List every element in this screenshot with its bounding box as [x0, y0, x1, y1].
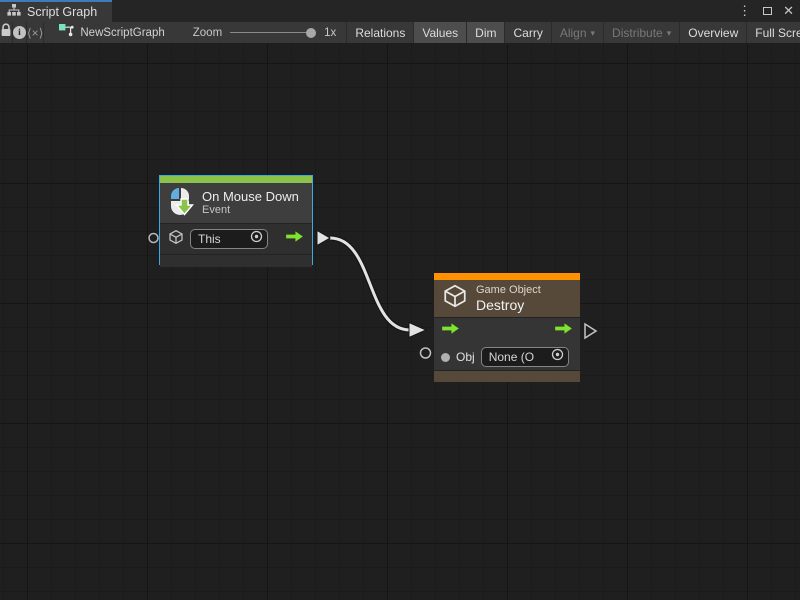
info-icon: i — [13, 26, 26, 39]
node-category: Game Object — [476, 284, 541, 297]
node-title: Destroy — [476, 297, 541, 313]
window-menu-icon[interactable]: ⋮ — [735, 0, 754, 22]
close-icon[interactable]: ✕ — [781, 0, 796, 22]
object-picker-icon[interactable] — [250, 230, 263, 248]
zoom-slider[interactable] — [230, 27, 316, 39]
wire-arrowhead — [409, 323, 426, 338]
chevron-down-icon: ▾ — [591, 28, 596, 39]
flow-output-arrow-icon[interactable] — [285, 230, 304, 248]
overview-button[interactable]: Overview — [680, 22, 747, 43]
object-value-field[interactable]: None (O — [481, 347, 569, 367]
graph-toolbar: i ⟨×⟩ NewScriptGraph Zoom 1x Relations V… — [0, 22, 800, 44]
unity-script-graph-window: { "titlebar": { "tab_label": "Script Gra… — [0, 0, 800, 600]
node-destroy[interactable]: Game Object Destroy Obj — [433, 272, 581, 379]
trigger-output-port-connected[interactable] — [317, 231, 330, 246]
code-preview-button[interactable]: ⟨×⟩ — [27, 22, 44, 43]
zoom-slider-handle[interactable] — [306, 28, 316, 38]
node-on-mouse-down[interactable]: On Mouse Down Event This — [159, 175, 313, 265]
zoom-control: Zoom 1x — [177, 22, 348, 43]
graph-name-breadcrumb[interactable]: NewScriptGraph — [44, 22, 176, 43]
trigger-output-port-empty[interactable] — [585, 324, 596, 338]
graph-name-label: NewScriptGraph — [80, 27, 164, 39]
mouse-down-icon — [168, 186, 194, 221]
carry-button[interactable]: Carry — [505, 22, 551, 43]
tab-title: Script Graph — [27, 5, 97, 19]
value-port-dot[interactable] — [441, 353, 450, 362]
node-header[interactable]: On Mouse Down Event — [160, 183, 312, 223]
distribute-dropdown[interactable]: Distribute ▾ — [604, 22, 680, 43]
titlebar: Script Graph ⋮ ✕ — [0, 0, 800, 22]
control-wire[interactable] — [330, 238, 410, 330]
chevron-down-icon: ▾ — [667, 28, 672, 39]
values-button[interactable]: Values — [414, 22, 467, 43]
input-port-label: Obj — [456, 350, 475, 364]
zoom-label: Zoom — [193, 27, 222, 39]
object-input-port[interactable] — [421, 348, 431, 358]
lock-button[interactable] — [0, 22, 13, 43]
object-picker-icon[interactable] — [551, 348, 564, 366]
game-object-icon — [442, 283, 468, 314]
target-input-port[interactable] — [149, 234, 158, 243]
full-screen-button[interactable]: Full Screen — [747, 22, 800, 43]
script-graph-asset-icon — [58, 23, 74, 42]
graph-hierarchy-icon — [7, 3, 21, 21]
target-object-field[interactable]: This — [190, 229, 268, 249]
maximize-icon[interactable] — [763, 7, 772, 15]
graph-canvas[interactable]: On Mouse Down Event This — [0, 44, 800, 600]
node-footer — [160, 254, 312, 267]
flow-output-arrow-icon[interactable] — [554, 322, 573, 340]
dim-button[interactable]: Dim — [467, 22, 505, 43]
flow-input-arrow-icon[interactable] — [441, 322, 460, 340]
game-object-icon — [168, 229, 184, 250]
tab-script-graph[interactable]: Script Graph — [0, 0, 112, 22]
node-accent-strip — [160, 176, 312, 183]
info-button[interactable]: i — [13, 22, 27, 43]
code-icon: ⟨×⟩ — [27, 26, 43, 40]
node-accent-strip — [434, 273, 580, 280]
lock-icon — [0, 23, 12, 42]
zoom-value: 1x — [324, 27, 336, 39]
relations-button[interactable]: Relations — [347, 22, 414, 43]
wire-layer — [0, 44, 800, 600]
node-header[interactable]: Game Object Destroy — [434, 280, 580, 317]
node-title: On Mouse Down — [202, 189, 299, 204]
node-subtitle: Event — [202, 204, 299, 217]
node-footer — [434, 370, 580, 382]
align-dropdown[interactable]: Align ▾ — [552, 22, 604, 43]
